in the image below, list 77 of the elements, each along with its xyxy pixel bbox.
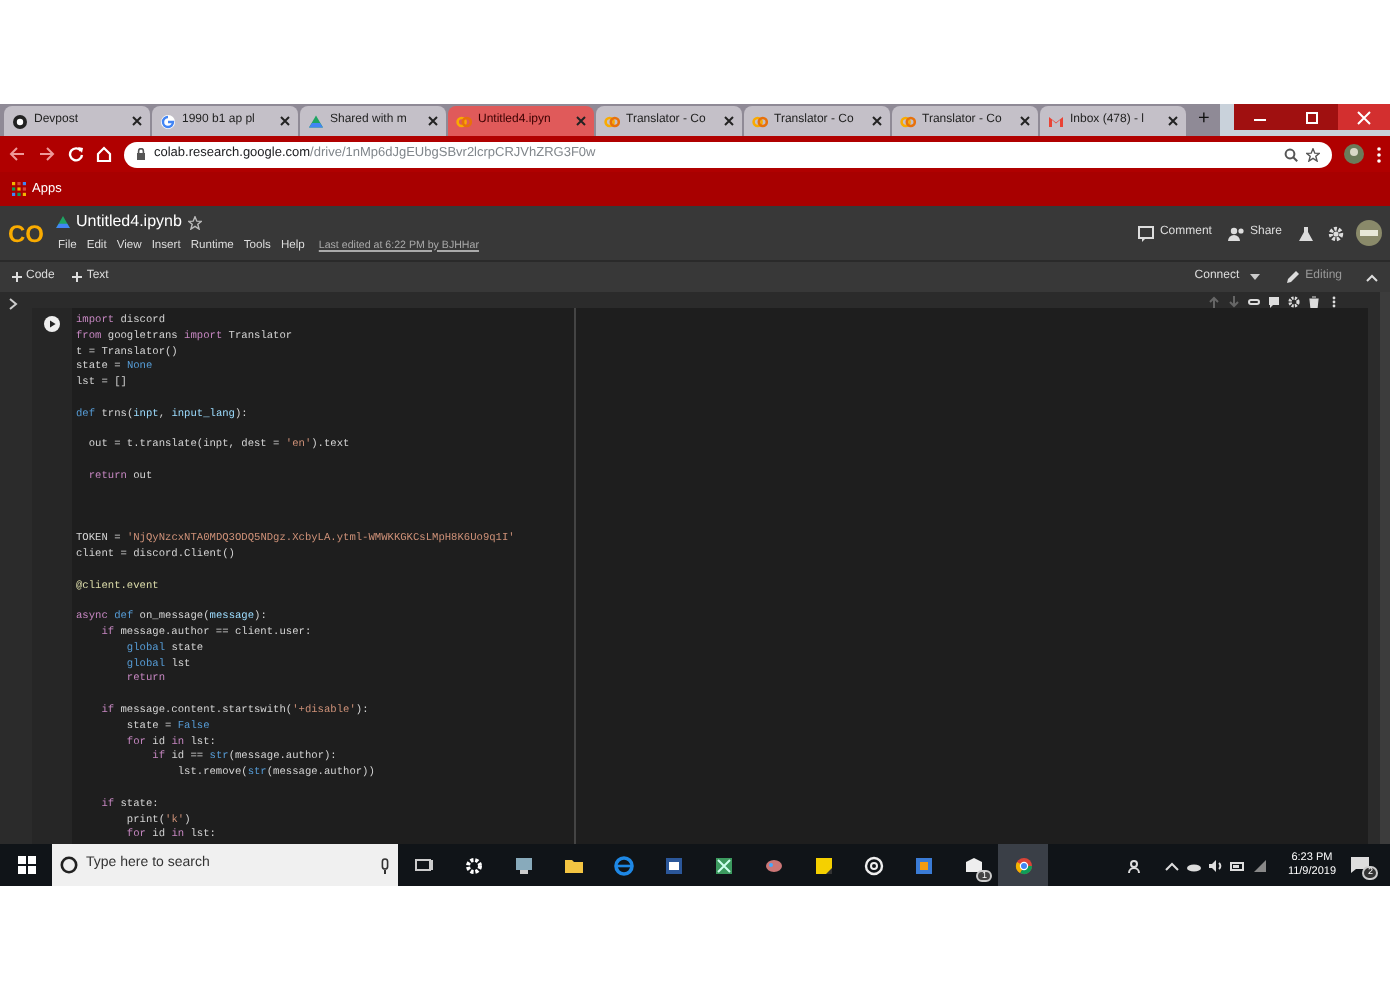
document-icon[interactable]: [663, 855, 683, 875]
disc-icon[interactable]: [863, 855, 883, 875]
windows-logo-icon: [17, 856, 35, 874]
close-icon[interactable]: [1020, 116, 1030, 126]
lock-icon: [136, 148, 146, 160]
site-icon: [752, 113, 768, 129]
forward-icon[interactable]: [38, 146, 56, 162]
menu-icon[interactable]: [1376, 145, 1382, 163]
media-icon[interactable]: [913, 855, 933, 875]
caret-up-icon[interactable]: [1163, 857, 1180, 873]
reload-icon[interactable]: [68, 146, 84, 162]
battery-icon[interactable]: [1229, 857, 1246, 873]
arrow-up-icon[interactable]: [1208, 296, 1220, 308]
colab-logo: CO: [8, 221, 46, 245]
link-icon[interactable]: [1248, 296, 1260, 308]
window-maximize-button[interactable]: [1286, 104, 1338, 130]
settings-icon[interactable]: [1328, 225, 1344, 241]
close-icon[interactable]: [724, 116, 734, 126]
folder-icon[interactable]: [563, 855, 583, 875]
site-icon: [456, 113, 472, 129]
avatar-icon[interactable]: [1356, 220, 1382, 246]
chevron-right-icon[interactable]: [7, 298, 17, 310]
close-icon[interactable]: [872, 116, 882, 126]
comment-icon: [1137, 225, 1154, 241]
comment-icon[interactable]: [1268, 296, 1280, 308]
notification-icon[interactable]: [1350, 856, 1370, 874]
wifi-icon[interactable]: [1251, 857, 1268, 873]
speaker-icon[interactable]: [1207, 857, 1224, 873]
site-icon: [308, 113, 324, 129]
star-icon[interactable]: [187, 215, 202, 230]
close-icon[interactable]: [132, 116, 142, 126]
site-icon: [604, 113, 620, 129]
paint-icon[interactable]: [763, 855, 783, 875]
caret-up-icon[interactable]: [1366, 273, 1378, 281]
maximize-icon: [1302, 109, 1322, 125]
browser-icon[interactable]: [613, 855, 633, 875]
settings-icon[interactable]: [1288, 296, 1300, 308]
run-button-icon[interactable]: [44, 316, 60, 332]
back-icon[interactable]: [8, 146, 26, 162]
site-icon: [900, 113, 916, 129]
new-tab-button[interactable]: +: [1188, 110, 1220, 130]
search-circle-icon: [60, 856, 78, 874]
microphone-icon: [380, 857, 390, 873]
site-icon: [1048, 113, 1064, 129]
close-icon[interactable]: [576, 116, 586, 126]
mail-icon[interactable]: [963, 855, 983, 875]
gear-icon[interactable]: [463, 855, 483, 875]
plus-icon: [12, 272, 22, 282]
trash-icon[interactable]: [1308, 296, 1320, 308]
avatar-icon[interactable]: [1344, 144, 1364, 164]
browser-icon[interactable]: [1013, 855, 1033, 875]
site-icon: [12, 113, 28, 129]
notebook-title[interactable]: Untitled4.ipynb: [76, 210, 182, 235]
window-close-button[interactable]: [1338, 104, 1390, 130]
spreadsheet-icon[interactable]: [713, 855, 733, 875]
close-icon[interactable]: [280, 116, 290, 126]
drive-icon: [56, 216, 70, 229]
note-icon[interactable]: [813, 855, 833, 875]
site-icon: [160, 113, 176, 129]
caret-down-icon: [1249, 274, 1260, 280]
search-icon[interactable]: [1284, 147, 1298, 161]
pencil-icon: [1285, 270, 1300, 284]
more-icon[interactable]: [1328, 296, 1340, 308]
close-icon: [1354, 109, 1374, 125]
computer-icon[interactable]: [513, 855, 533, 875]
scrollbar[interactable]: [1380, 292, 1390, 844]
people-icon: [1227, 225, 1244, 241]
plus-icon: [72, 272, 83, 282]
arrow-down-icon[interactable]: [1228, 296, 1240, 308]
flask-icon[interactable]: [1298, 225, 1314, 241]
close-icon[interactable]: [1168, 116, 1178, 126]
close-icon[interactable]: [428, 116, 438, 126]
star-icon[interactable]: [1306, 147, 1320, 161]
people-icon[interactable]: [1127, 857, 1144, 873]
task-view-icon[interactable]: [413, 855, 433, 875]
apps-grid-icon: [12, 182, 26, 196]
home-icon[interactable]: [96, 146, 112, 162]
